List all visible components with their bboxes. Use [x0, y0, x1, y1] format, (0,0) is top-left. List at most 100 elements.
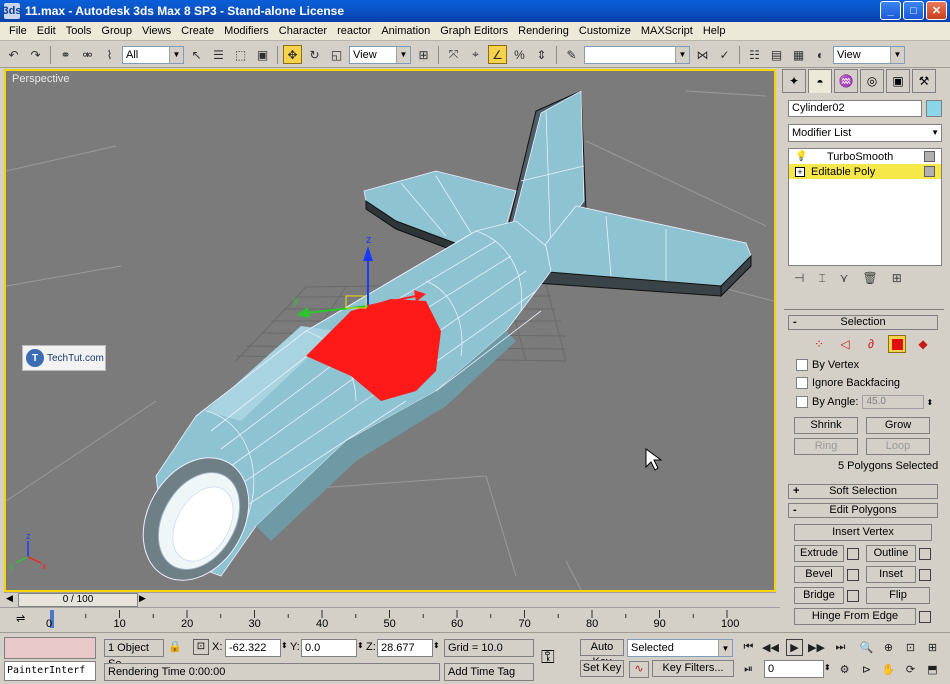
material-editor-icon[interactable]: ◐ [811, 45, 830, 64]
schematic-view-icon[interactable]: ▦ [789, 45, 808, 64]
align-icon[interactable]: ✓ [715, 45, 734, 64]
lightbulb-icon[interactable]: 💡 [795, 151, 809, 162]
vertex-level-icon[interactable]: ⁘ [810, 335, 828, 353]
key-set-dropdown[interactable]: Selected ▼ [627, 639, 733, 657]
extrude-settings-button[interactable] [847, 548, 859, 560]
rectangular-selection-icon[interactable]: ⬚ [231, 45, 250, 64]
set-key-button[interactable]: Set Key [580, 660, 624, 677]
polygon-level-icon[interactable] [888, 335, 906, 353]
zoom-extents-all-icon[interactable]: ⊞ [924, 639, 941, 656]
by-angle-checkbox[interactable] [796, 396, 808, 408]
edge-level-icon[interactable]: ◁ [836, 335, 854, 353]
menu-maxscript[interactable]: MAXScript [636, 25, 698, 37]
key-mode-icon[interactable]: ⚿ [541, 647, 555, 668]
lock-selection-icon[interactable]: 🔒 [168, 640, 182, 653]
motion-tab-icon[interactable]: ◎ [860, 69, 884, 93]
angle-spinner[interactable]: 45.0 [862, 395, 925, 409]
menu-group[interactable]: Group [96, 25, 137, 37]
pan-view-icon[interactable]: ✋ [880, 661, 897, 678]
menu-views[interactable]: Views [137, 25, 176, 37]
manipulate-icon[interactable]: ⤧ [444, 45, 463, 64]
outline-settings-button[interactable] [919, 548, 931, 560]
soft-selection-rollout-header[interactable]: + Soft Selection [788, 484, 938, 499]
bind-space-warp-icon[interactable]: ⌇ [100, 45, 119, 64]
go-to-end-icon[interactable]: ⏭ [832, 639, 849, 656]
object-color-swatch[interactable] [926, 100, 942, 117]
absolute-mode-icon[interactable]: ⊡ [193, 639, 209, 655]
menu-rendering[interactable]: Rendering [513, 25, 574, 37]
time-slider[interactable]: ◀ 0 / 100 ▶ [4, 592, 776, 607]
select-and-scale-icon[interactable]: ◱ [327, 45, 346, 64]
mini-curve-editor-icon[interactable]: ⇌ [16, 612, 25, 625]
maxscript-listener-output[interactable] [4, 637, 96, 659]
menu-customize[interactable]: Customize [574, 25, 636, 37]
menu-character[interactable]: Character [274, 25, 332, 37]
layer-manager-icon[interactable]: ☷ [745, 45, 764, 64]
minimize-button[interactable]: _ [880, 1, 901, 20]
spinner-snap-icon[interactable]: ⇕ [532, 45, 551, 64]
ring-button[interactable]: Ring [794, 438, 858, 455]
edit-polygons-rollout-header[interactable]: - Edit Polygons [788, 503, 938, 518]
select-and-rotate-icon[interactable]: ↻ [305, 45, 324, 64]
flip-button[interactable]: Flip [866, 587, 930, 604]
percent-snap-icon[interactable]: % [510, 45, 529, 64]
menu-animation[interactable]: Animation [376, 25, 435, 37]
time-configuration-icon[interactable]: ⚙ [836, 661, 853, 678]
undo-icon[interactable]: ↶ [4, 45, 23, 64]
menu-help[interactable]: Help [698, 25, 731, 37]
select-object-icon[interactable]: ↖ [187, 45, 206, 64]
add-time-tag[interactable]: Add Time Tag [444, 663, 534, 681]
arc-rotate-icon[interactable]: ⟳ [902, 661, 919, 678]
spinner-arrows-icon[interactable]: ⬍ [357, 641, 364, 650]
spinner-arrows-icon[interactable]: ⬍ [926, 398, 933, 407]
named-selection-dropdown[interactable]: ▼ [584, 45, 690, 64]
by-vertex-row[interactable]: By Vertex [796, 359, 859, 371]
y-coordinate-field[interactable]: 0.0 [301, 639, 357, 657]
reference-coordinate-dropdown[interactable]: View ▼ [349, 45, 411, 64]
create-tab-icon[interactable]: ✦ [782, 69, 806, 93]
z-coordinate-field[interactable]: 28.677 [377, 639, 433, 657]
perspective-viewport[interactable]: z y z y x Perspective T TechTut.com [4, 69, 776, 592]
field-of-view-icon[interactable]: ⊳ [858, 661, 875, 678]
go-to-start-icon[interactable]: ⏮ [740, 639, 757, 656]
edit-named-selection-icon[interactable]: ✎ [562, 45, 581, 64]
play-icon[interactable]: ▶ [786, 639, 803, 656]
ignore-backfacing-row[interactable]: Ignore Backfacing [796, 377, 900, 389]
object-name-field[interactable]: Cylinder02 [788, 100, 922, 117]
window-crossing-icon[interactable]: ▣ [253, 45, 272, 64]
track-bar[interactable]: ⇌ 0 10 20 30 40 50 60 70 80 90 100 [0, 607, 780, 631]
ignore-backfacing-checkbox[interactable] [796, 377, 808, 389]
element-level-icon[interactable]: ◆ [914, 335, 932, 353]
select-and-move-icon[interactable]: ✥ [283, 45, 302, 64]
shrink-button[interactable]: Shrink [794, 417, 858, 434]
outline-button[interactable]: Outline [866, 545, 916, 562]
zoom-extents-icon[interactable]: ⊡ [902, 639, 919, 656]
bridge-button[interactable]: Bridge [794, 587, 844, 604]
time-prev-icon[interactable]: ◀ [6, 593, 13, 604]
selection-rollout-header[interactable]: - Selection [788, 315, 938, 330]
redo-icon[interactable]: ↷ [26, 45, 45, 64]
angle-snap-icon[interactable]: ∠ [488, 45, 507, 64]
selection-filter-dropdown[interactable]: All ▼ [122, 45, 184, 64]
next-frame-icon[interactable]: ▶▶ [808, 639, 825, 656]
key-mode-toggle-icon[interactable]: ⏯ [740, 661, 757, 678]
auto-key-button[interactable]: Auto Key [580, 639, 624, 668]
configure-modifier-sets-icon[interactable]: ⊞ [892, 271, 902, 291]
utilities-tab-icon[interactable]: ⚒ [912, 69, 936, 93]
bevel-button[interactable]: Bevel [794, 566, 844, 583]
stack-item-editable-poly[interactable]: + Editable Poly [789, 164, 941, 179]
set-keys-icon[interactable]: ∿ [629, 661, 649, 678]
by-angle-row[interactable]: By Angle: 45.0 ⬍ [796, 395, 933, 409]
modify-tab-icon[interactable]: ◓ [808, 69, 832, 93]
zoom-all-icon[interactable]: ⊕ [880, 639, 897, 656]
pin-stack-icon[interactable]: ⊣ [794, 271, 804, 291]
curve-editor-icon[interactable]: ▤ [767, 45, 786, 64]
extrude-button[interactable]: Extrude [794, 545, 844, 562]
menu-edit[interactable]: Edit [32, 25, 61, 37]
menu-graph-editors[interactable]: Graph Editors [435, 25, 513, 37]
show-end-result-icon[interactable]: ⌶ [818, 271, 825, 291]
x-coordinate-field[interactable]: -62.322 [225, 639, 281, 657]
time-next-icon[interactable]: ▶ [139, 593, 146, 604]
grow-button[interactable]: Grow [866, 417, 930, 434]
border-level-icon[interactable]: ∂ [862, 335, 880, 353]
